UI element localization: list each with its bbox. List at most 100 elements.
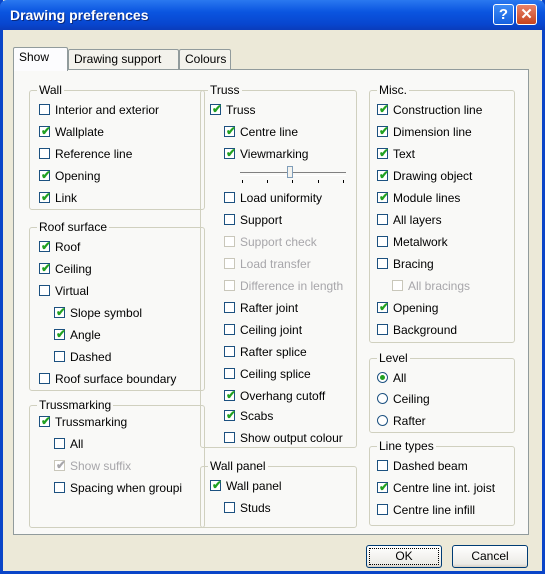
- roof-checkbox[interactable]: ✔: [39, 239, 51, 253]
- roof-surface-group-title: Roof surface: [37, 220, 110, 234]
- spacing-when-grouping-label: Spacing when groupi: [70, 481, 183, 495]
- tab-show[interactable]: Show: [13, 47, 68, 71]
- support-checkbox[interactable]: [224, 214, 235, 225]
- slider-thumb[interactable]: [287, 166, 293, 178]
- misc-group-title: Misc.: [377, 83, 409, 97]
- rafter-splice-checkbox[interactable]: [224, 346, 235, 357]
- show-output-colour-checkbox[interactable]: [224, 432, 235, 443]
- roof-surface-boundary-checkbox[interactable]: [39, 373, 50, 384]
- difference-in-length-checkbox: [224, 280, 235, 291]
- rafter-splice-label: Rafter splice: [240, 345, 307, 359]
- text-label: Text: [393, 147, 416, 161]
- link-checkbox[interactable]: ✔: [39, 190, 51, 204]
- roof-ceiling-label: Ceiling: [55, 262, 92, 276]
- construction-line-checkbox[interactable]: ✔: [377, 102, 389, 116]
- ceiling-joint-label: Ceiling joint: [240, 323, 303, 337]
- angle-checkbox[interactable]: ✔: [54, 327, 66, 341]
- drawing-object-label: Drawing object: [393, 169, 473, 183]
- load-uniformity-checkbox[interactable]: [224, 192, 235, 203]
- metalwork-checkbox[interactable]: [377, 236, 388, 247]
- radio-dot: [380, 375, 385, 380]
- difference-in-length-label: Difference in length: [240, 279, 344, 293]
- dashed-checkbox[interactable]: [54, 351, 65, 362]
- scabs-checkbox[interactable]: ✔: [224, 408, 236, 422]
- module-lines-checkbox[interactable]: ✔: [377, 190, 389, 204]
- slider-track: [240, 172, 346, 176]
- wall-panel-group-title: Wall panel: [208, 459, 268, 473]
- trussmarking-label: Trussmarking: [55, 415, 128, 429]
- dashed-beam-checkbox[interactable]: [377, 460, 388, 471]
- ok-button[interactable]: OK: [366, 545, 442, 568]
- level-all-radio[interactable]: [377, 372, 388, 383]
- wallplate-label: Wallplate: [55, 125, 104, 139]
- virtual-checkbox[interactable]: [39, 285, 50, 296]
- centre-line-int-joist-checkbox[interactable]: ✔: [377, 480, 389, 494]
- overhang-cutoff-label: Overhang cutoff: [240, 389, 326, 403]
- ceiling-splice-checkbox[interactable]: [224, 368, 235, 379]
- wall-panel-checkbox[interactable]: ✔: [210, 478, 222, 492]
- level-ceiling-label: Ceiling: [393, 392, 430, 406]
- spacing-when-grouping-checkbox[interactable]: [54, 482, 65, 493]
- load-transfer-checkbox: [224, 258, 235, 269]
- help-button[interactable]: ?: [493, 4, 514, 25]
- wallplate-checkbox[interactable]: ✔: [39, 124, 51, 138]
- level-ceiling-radio[interactable]: [377, 393, 388, 404]
- title-bar[interactable]: Drawing preferences ? ✕: [0, 0, 545, 30]
- cancel-button[interactable]: Cancel: [452, 545, 528, 568]
- trussmarking-all-checkbox[interactable]: [54, 438, 65, 449]
- misc-opening-checkbox[interactable]: ✔: [377, 300, 389, 314]
- show-output-colour-label: Show output colour: [240, 431, 343, 445]
- wall-opening-checkbox[interactable]: ✔: [39, 168, 51, 182]
- interior-and-exterior-checkbox[interactable]: [39, 104, 50, 115]
- text-checkbox[interactable]: ✔: [377, 146, 389, 160]
- centre-line-infill-label: Centre line infill: [393, 503, 476, 517]
- all-layers-checkbox[interactable]: [377, 214, 388, 225]
- centre-line-infill-checkbox[interactable]: [377, 504, 388, 515]
- show-suffix-label: Show suffix: [70, 459, 132, 473]
- wall-opening-label: Opening: [55, 169, 101, 183]
- angle-label: Angle: [70, 328, 101, 342]
- dashed-beam-label: Dashed beam: [393, 459, 468, 473]
- scabs-label: Scabs: [240, 409, 274, 423]
- tab-drawing-support[interactable]: Drawing support: [68, 49, 179, 69]
- misc-opening-label: Opening: [393, 301, 439, 315]
- reference-line-checkbox[interactable]: [39, 148, 50, 159]
- trussmarking-checkbox[interactable]: ✔: [39, 414, 51, 428]
- link-label: Link: [55, 191, 78, 205]
- all-layers-label: All layers: [393, 213, 442, 227]
- support-check-checkbox: [224, 236, 235, 247]
- viewmarking-checkbox[interactable]: ✔: [224, 146, 236, 160]
- slider-tick: [242, 180, 243, 183]
- dimension-line-checkbox[interactable]: ✔: [377, 124, 389, 138]
- module-lines-label: Module lines: [393, 191, 461, 205]
- roof-ceiling-checkbox[interactable]: ✔: [39, 261, 51, 275]
- level-all-label: All: [393, 371, 407, 385]
- centre-line-checkbox[interactable]: ✔: [224, 124, 236, 138]
- interior-and-exterior-label: Interior and exterior: [55, 103, 160, 117]
- dimension-line-label: Dimension line: [393, 125, 472, 139]
- studs-label: Studs: [240, 501, 271, 515]
- trussmarking-all-label: All: [70, 437, 84, 451]
- support-label: Support: [240, 213, 283, 227]
- background-checkbox[interactable]: [377, 324, 388, 335]
- all-bracings-checkbox: [392, 280, 403, 291]
- rafter-joint-checkbox[interactable]: [224, 302, 235, 313]
- close-button[interactable]: ✕: [516, 4, 537, 25]
- wall-group-title: Wall: [37, 83, 64, 97]
- tab-colours[interactable]: Colours: [179, 49, 231, 69]
- slope-symbol-checkbox[interactable]: ✔: [54, 305, 66, 319]
- viewmarking-slider[interactable]: [240, 164, 346, 184]
- centre-line-label: Centre line: [240, 125, 299, 139]
- drawing-object-checkbox[interactable]: ✔: [377, 168, 389, 182]
- overhang-cutoff-checkbox[interactable]: ✔: [224, 388, 236, 402]
- level-rafter-radio[interactable]: [377, 415, 388, 426]
- wall-panel-label: Wall panel: [226, 479, 282, 493]
- truss-label: Truss: [226, 103, 256, 117]
- ceiling-joint-checkbox[interactable]: [224, 324, 235, 335]
- studs-checkbox[interactable]: [224, 502, 235, 513]
- truss-checkbox[interactable]: ✔: [210, 102, 222, 116]
- ceiling-splice-label: Ceiling splice: [240, 367, 311, 381]
- show-suffix-checkbox: ✔: [54, 458, 67, 472]
- bracing-checkbox[interactable]: [377, 258, 388, 269]
- roof-label: Roof: [55, 240, 81, 254]
